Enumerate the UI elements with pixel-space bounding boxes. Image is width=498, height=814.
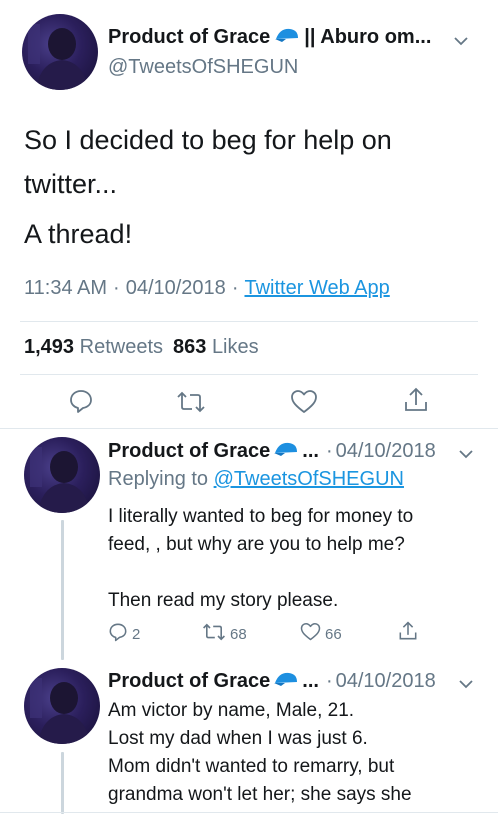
name-ellipsis: ... — [302, 670, 319, 692]
tweet-date[interactable]: 04/10/2018 — [126, 277, 226, 300]
retweets-count: 1,493 — [24, 336, 75, 358]
reply-text-line: grandma won't let her; she says she — [108, 784, 412, 805]
chevron-down-icon[interactable] — [457, 445, 475, 468]
replying-to-label: Replying to — [108, 468, 209, 490]
avatar[interactable] — [22, 14, 98, 90]
reply-icon[interactable] — [68, 388, 94, 414]
tweet-meta: 11:34 AM · 04/10/2018 · Twitter Web App — [24, 277, 390, 300]
divider — [0, 428, 498, 429]
blue-cap-emoji-icon — [274, 26, 300, 49]
reply-icon — [108, 622, 128, 646]
reply-count: 2 — [132, 625, 141, 643]
tweet-text-line: A thread! — [24, 219, 133, 249]
divider — [20, 321, 478, 322]
retweet-icon — [202, 622, 226, 646]
replying-to: Replying to @TweetsOfSHEGUN — [108, 468, 404, 491]
reply-text-line: Then read my story please. — [108, 590, 339, 611]
tweet-text-line: So I decided to beg for help on — [24, 125, 392, 155]
like-icon[interactable] — [290, 389, 318, 415]
reply-text-line: Am victor by name, Male, 21. — [108, 700, 355, 721]
reply-text-line: I literally wanted to beg for money to — [108, 506, 414, 527]
retweets-label: Retweets — [79, 336, 163, 358]
divider — [20, 374, 478, 375]
display-name[interactable]: Product of Grace — [108, 440, 270, 463]
tweet-time: 11:34 AM — [24, 277, 108, 299]
separator: · — [325, 440, 333, 462]
chevron-down-icon[interactable] — [452, 32, 470, 55]
likes-label: Likes — [211, 336, 259, 358]
avatar[interactable] — [24, 437, 100, 513]
display-name[interactable]: Product of Grace — [108, 26, 270, 49]
reply-header: Product of Grace ... · 04/10/2018 — [108, 440, 436, 463]
likes-count: 863 — [173, 336, 207, 358]
engagement-stats: 1,493 Retweets 863 Likes — [24, 336, 259, 359]
replying-to-handle[interactable]: @TweetsOfSHEGUN — [214, 468, 404, 490]
retweets-stat[interactable]: 1,493 Retweets — [24, 336, 163, 359]
separator: · — [325, 670, 333, 692]
reply-text-line: feed, , but why are you to help me? — [108, 534, 405, 555]
tweet-text-line: twitter... — [24, 169, 118, 199]
tweet-text: So I decided to beg for help on twitter.… — [24, 118, 392, 206]
thread-line — [61, 520, 64, 660]
display-name-suffix: || Aburo om... — [304, 26, 432, 48]
retweet-count: 68 — [230, 625, 247, 643]
display-name[interactable]: Product of Grace — [108, 670, 270, 693]
chevron-down-icon[interactable] — [457, 675, 475, 698]
like-count: 66 — [325, 625, 342, 643]
share-icon[interactable] — [403, 386, 429, 414]
reply-action[interactable]: 2 — [108, 622, 140, 646]
reply-text: Am victor by name, Male, 21. Lost my dad… — [108, 697, 412, 809]
like-action[interactable]: 66 — [300, 622, 342, 646]
reply-header: Product of Grace ... · 04/10/2018 — [108, 670, 436, 693]
author-line: Product of Grace || Aburo om... — [108, 26, 431, 49]
reply-text: I literally wanted to beg for money to f… — [108, 503, 413, 559]
retweet-action[interactable]: 68 — [202, 622, 247, 646]
name-ellipsis: ... — [302, 440, 319, 462]
share-icon[interactable] — [398, 620, 418, 647]
retweet-icon[interactable] — [176, 390, 206, 414]
separator: · — [231, 277, 239, 299]
reply-text-line: Lost my dad when I was just 6. — [108, 728, 368, 749]
likes-stat[interactable]: 863 Likes — [173, 336, 259, 359]
separator: · — [113, 277, 120, 299]
reply-date[interactable]: 04/10/2018 — [336, 670, 436, 693]
reply-text-line: Mom didn't wanted to remarry, but — [108, 756, 395, 777]
divider — [0, 812, 498, 813]
handle[interactable]: @TweetsOfSHEGUN — [108, 56, 298, 79]
avatar[interactable] — [24, 668, 100, 744]
blue-cap-emoji-icon — [273, 440, 299, 463]
reply-date[interactable]: 04/10/2018 — [336, 440, 436, 463]
blue-cap-emoji-icon — [273, 670, 299, 693]
like-icon — [300, 622, 321, 646]
tweet-source-link[interactable]: Twitter Web App — [244, 277, 389, 300]
thread-line — [61, 752, 64, 814]
